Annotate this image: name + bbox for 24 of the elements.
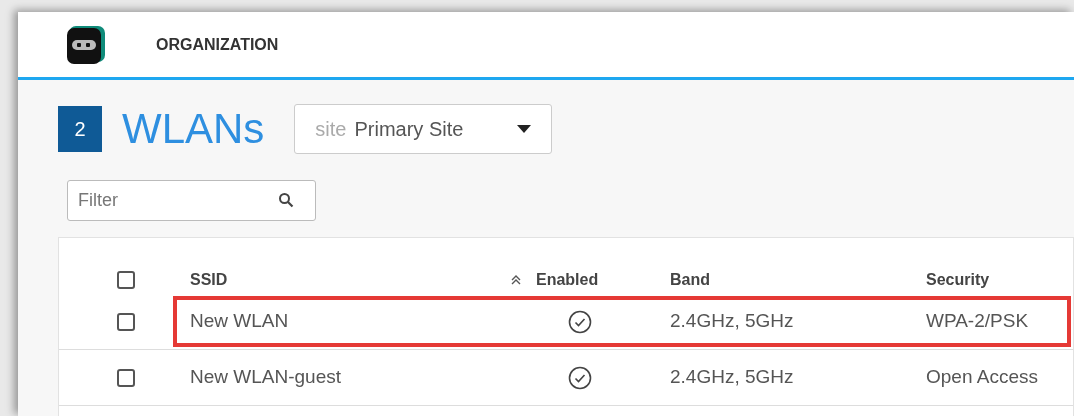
check-circle-icon: [568, 309, 592, 334]
column-header[interactable]: SSID: [190, 268, 228, 292]
checkbox[interactable]: [117, 312, 135, 331]
site-dropdown[interactable]: site Primary Site: [294, 104, 553, 154]
sort-icon[interactable]: [510, 274, 522, 286]
header-title: ORGANIZATION: [156, 34, 279, 55]
check-circle-icon: [568, 365, 592, 390]
table-cell-text: Open Access: [926, 365, 1039, 390]
count-badge: 2: [58, 106, 102, 152]
table-cell-text: 2.4GHz, 5GHz: [670, 309, 795, 334]
column-header[interactable]: Band: [670, 268, 926, 292]
table-cell-text: 2.4GHz, 5GHz: [670, 365, 795, 390]
column-header[interactable]: Enabled: [536, 268, 599, 292]
table-cell-text: New WLAN-guest: [190, 365, 341, 390]
search-icon: [278, 192, 294, 208]
checkbox[interactable]: [117, 368, 135, 387]
page-title: WLANs: [122, 108, 265, 150]
logo-icon: [66, 24, 106, 65]
table-cell-text: New WLAN: [190, 309, 289, 334]
checkbox[interactable]: [117, 271, 135, 289]
table-cell-text: WPA-2/PSK: [926, 309, 1030, 334]
column-header[interactable]: Security: [926, 268, 1073, 292]
caret-icon: [517, 125, 532, 133]
filter-field[interactable]: Filter: [67, 180, 316, 221]
